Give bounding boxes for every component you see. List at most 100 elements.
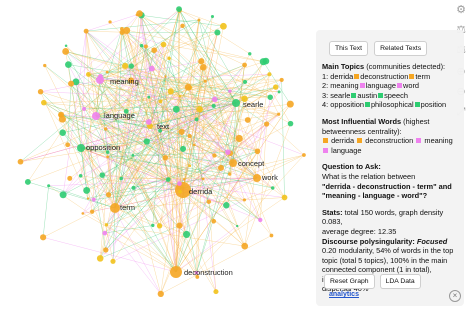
tab-related-texts[interactable]: Related Texts [374,41,428,56]
graph-node[interactable] [199,64,207,71]
graph-node[interactable] [58,115,66,123]
graph-node[interactable] [97,74,103,80]
hub-node[interactable] [229,159,237,167]
graph-node[interactable] [24,179,31,185]
graph-node[interactable] [177,181,182,186]
graph-node[interactable] [211,96,218,103]
close-icon[interactable]: × [449,290,461,302]
graph-node[interactable] [281,194,288,201]
graph-node[interactable] [197,18,201,22]
graph-node[interactable] [59,129,66,136]
graph-node[interactable] [86,197,90,200]
graph-node[interactable] [106,155,110,159]
lda-data-button[interactable]: LDA Data [379,274,421,290]
graph-node[interactable] [227,172,232,176]
graph-node[interactable] [235,134,243,143]
influential-word[interactable]: language [331,146,361,155]
graph-node[interactable] [103,127,108,131]
graph-node[interactable] [128,63,135,69]
graph-node[interactable] [110,258,116,264]
graph-node[interactable] [68,80,75,87]
graph-node[interactable] [65,61,72,68]
graph-node[interactable] [162,155,168,161]
graph-node[interactable] [176,222,183,229]
graph-node[interactable] [277,90,281,94]
graph-node[interactable] [139,43,144,48]
topic-row[interactable]: 2: meaning language word [322,81,458,91]
graph-node[interactable] [259,58,267,66]
graph-node[interactable] [277,112,281,116]
graph-node[interactable] [151,47,158,54]
graph-node[interactable] [244,117,251,123]
graph-node[interactable] [220,22,227,30]
graph-node[interactable] [17,158,24,165]
graph-node[interactable] [82,106,87,111]
graph-node[interactable] [217,164,224,171]
graph-node[interactable] [188,164,192,168]
graph-node[interactable] [241,242,249,250]
graph-node[interactable] [201,177,205,181]
hub-node[interactable] [92,112,100,120]
graph-node[interactable] [160,41,167,48]
graph-node[interactable] [145,119,152,125]
graph-node[interactable] [37,89,44,95]
graph-node[interactable] [167,56,171,61]
graph-node[interactable] [103,247,109,253]
graph-node[interactable] [91,197,96,202]
graph-node[interactable] [287,120,294,127]
analytics-link[interactable]: analytics [329,291,359,298]
graph-node[interactable] [148,65,155,72]
graph-node[interactable] [62,48,70,55]
graph-node[interactable] [172,105,180,113]
graph-node[interactable] [59,191,67,199]
graph-node[interactable] [302,153,306,157]
graph-node[interactable] [196,106,203,113]
graph-node[interactable] [242,79,248,84]
graph-node[interactable] [41,99,47,106]
graph-node[interactable] [47,184,51,188]
graph-node[interactable] [83,28,89,34]
graph-node[interactable] [104,223,109,227]
graph-node[interactable] [254,148,261,155]
graph-node[interactable] [242,62,247,68]
question-line[interactable]: "meaning - language - word"? [322,191,458,201]
graph-node[interactable] [279,77,284,83]
hub-node[interactable] [253,174,261,182]
graph-node[interactable] [286,100,294,108]
graph-node[interactable] [85,72,91,77]
graph-node[interactable] [269,233,274,238]
graph-node[interactable] [236,224,239,228]
graph-node[interactable] [228,89,232,93]
graph-node[interactable] [143,138,150,145]
graph-node[interactable] [198,58,205,65]
graph-node[interactable] [270,186,275,190]
graph-node[interactable] [179,145,187,152]
graph-node[interactable] [180,23,185,29]
settings-icon[interactable]: ⚙ [455,4,467,16]
influential-word[interactable]: derrida [331,136,354,145]
graph-node[interactable] [81,212,85,215]
graph-node[interactable] [165,177,171,182]
graph-node[interactable] [203,79,207,83]
hub-node[interactable] [232,99,240,107]
graph-node[interactable] [43,63,47,68]
graph-node[interactable] [119,176,123,181]
graph-node[interactable] [99,172,106,178]
graph-node[interactable] [147,95,151,99]
graph-node[interactable] [131,153,135,157]
graph-node[interactable] [151,223,155,228]
graph-node[interactable] [67,175,73,181]
influential-word[interactable]: meaning [424,136,452,145]
graph-node[interactable] [248,52,252,56]
graph-node[interactable] [206,199,212,204]
question-line[interactable]: "derrida - deconstruction - term" and [322,182,458,192]
hub-node[interactable] [170,266,182,278]
graph-node[interactable] [157,290,164,298]
graph-node[interactable] [178,128,185,135]
graph-node[interactable] [131,185,136,190]
graph-node[interactable] [122,62,129,70]
graph-node[interactable] [183,230,191,238]
graph-node[interactable] [65,142,71,148]
graph-node[interactable] [258,217,263,223]
reset-graph-button[interactable]: Reset Graph [324,274,375,290]
